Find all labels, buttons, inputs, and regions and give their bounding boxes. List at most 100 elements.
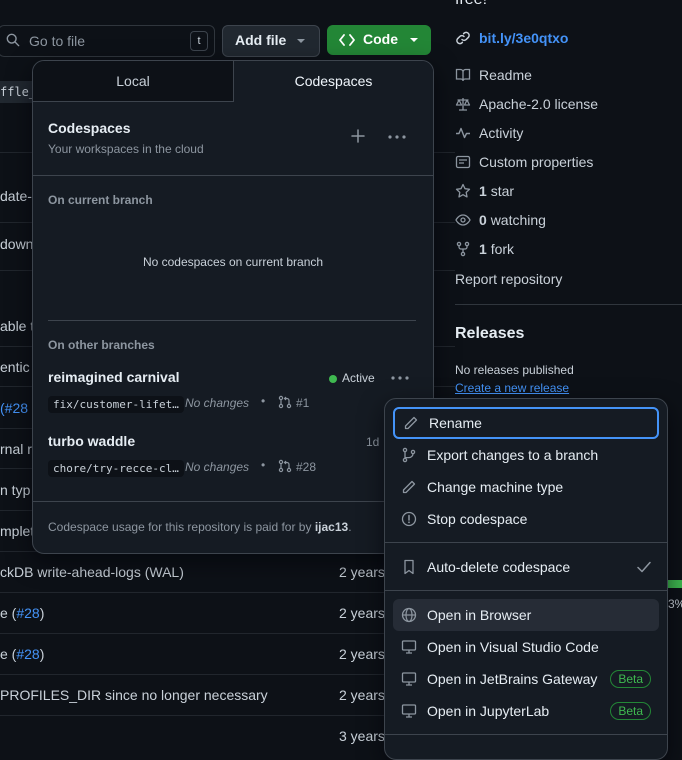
pr-link[interactable]: #28 [16, 605, 39, 621]
add-file-label: Add file [235, 32, 287, 48]
new-codespace-button[interactable] [351, 129, 365, 143]
commit-message[interactable]: e (#28) [0, 605, 44, 621]
desktop-icon [401, 703, 417, 719]
file-fragment: entic [0, 359, 30, 375]
menu-item-label: Export changes to a branch [427, 447, 599, 463]
commit-age: 2 years [339, 564, 385, 580]
file-fragment: n typ [0, 482, 31, 498]
pr-link[interactable]: (#28 [0, 400, 28, 416]
pr-number[interactable]: #1 [296, 396, 309, 410]
git-branch-icon [401, 447, 417, 463]
codespace-item[interactable]: reimagined carnival Active fix/customer-… [33, 361, 433, 419]
menu-item-open-in-browser[interactable]: Open in Browser [393, 599, 659, 631]
commit-message[interactable]: ckDB write-ahead-logs (WAL) [0, 564, 184, 580]
menu-divider [385, 590, 667, 591]
panel-divider [33, 175, 433, 176]
create-release-link[interactable]: Create a new release [455, 381, 569, 395]
commit-message[interactable]: PROFILES_DIR since no longer necessary [0, 687, 268, 703]
sidebar-item-label: star [490, 183, 515, 199]
menu-item-rename[interactable]: Rename [393, 407, 659, 439]
sidebar-item-label: Readme [479, 67, 532, 83]
sidebar-item-custom-properties[interactable]: Custom properties [455, 154, 593, 170]
keyboard-shortcut-hint: t [190, 31, 208, 51]
kebab-horizontal-icon [388, 135, 406, 139]
sidebar-item-watchers[interactable]: 0 watching [455, 212, 546, 228]
panel-title: Codespaces [48, 120, 131, 136]
menu-item-change-machine-type[interactable]: Change machine type [393, 471, 659, 503]
menu-item-open-in-jetbrains[interactable]: Open in JetBrains Gateway Beta [393, 663, 659, 695]
sidebar-item-label: Activity [479, 125, 524, 141]
scale-icon [455, 96, 471, 112]
menu-divider [385, 542, 667, 543]
panel-more-button[interactable] [388, 135, 406, 139]
code-button[interactable]: Code [327, 25, 431, 55]
current-branch-heading: On current branch [48, 193, 153, 207]
sidebar-item-forks[interactable]: 1 fork [455, 241, 514, 257]
menu-item-export-changes[interactable]: Export changes to a branch [393, 439, 659, 471]
releases-heading[interactable]: Releases [455, 325, 524, 343]
sidebar-item-activity[interactable]: Activity [455, 125, 523, 141]
sidebar-item-readme[interactable]: Readme [455, 67, 532, 83]
billing-note: Codespace usage for this repository is p… [48, 520, 352, 534]
sidebar-item-label: watching [490, 212, 546, 228]
fork-count: 1 [479, 241, 487, 257]
menu-item-label: Open in Visual Studio Code [427, 639, 599, 655]
pencil-icon [403, 415, 419, 431]
pr-link[interactable]: #28 [16, 646, 39, 662]
codespace-item[interactable]: turbo waddle 1d chore/try-recce-cl… No c… [33, 425, 433, 483]
about-description: free! [455, 0, 487, 9]
desktop-icon [401, 639, 417, 655]
pr-number[interactable]: #28 [296, 460, 316, 474]
codespace-name[interactable]: reimagined carnival [48, 369, 180, 385]
report-repository-link[interactable]: Report repository [455, 271, 562, 287]
commit-message[interactable]: e (#28) [0, 646, 44, 662]
changes-status: No changes [185, 460, 250, 474]
beta-badge: Beta [610, 702, 651, 720]
chevron-down-icon [296, 38, 306, 44]
beta-badge: Beta [610, 670, 651, 688]
star-count: 1 [479, 183, 487, 199]
menu-item-open-in-vscode[interactable]: Open in Visual Studio Code [393, 631, 659, 663]
panel-divider [48, 320, 416, 321]
sidebar-item-label: Apache-2.0 license [479, 96, 599, 112]
billing-user: ijac13 [314, 520, 349, 534]
codespace-name[interactable]: turbo waddle [48, 433, 135, 449]
book-icon [455, 67, 471, 83]
menu-item-open-in-jupyterlab[interactable]: Open in JupyterLab Beta [393, 695, 659, 727]
go-to-file-input[interactable]: Go to file t [0, 25, 215, 57]
separator-dot: • [261, 458, 266, 472]
tab-codespaces[interactable]: Codespaces [234, 61, 433, 102]
menu-item-auto-delete[interactable]: Auto-delete codespace [393, 551, 659, 583]
branch-name: fix/customer-lifet… [48, 396, 184, 413]
star-icon [455, 183, 471, 199]
file-fragment: mplet [0, 523, 35, 539]
file-fragment: down [0, 236, 34, 252]
website-link[interactable]: bit.ly/3e0qtxo [455, 30, 568, 46]
sidebar-item-stars[interactable]: 1 star [455, 183, 514, 199]
tab-local[interactable]: Local [33, 61, 234, 101]
changes-status: No changes [185, 396, 250, 410]
chevron-down-icon [409, 37, 419, 43]
menu-item-label: Stop codespace [427, 511, 528, 527]
watch-count: 0 [479, 212, 487, 228]
file-fragment: able t [0, 318, 35, 334]
pencil-icon [401, 479, 417, 495]
menu-item-label: Open in Browser [427, 607, 532, 623]
codespace-age: 1d [366, 435, 380, 449]
menu-item-label: Auto-delete codespace [427, 559, 571, 575]
codespace-more-button[interactable] [391, 376, 409, 380]
menu-item-label: Open in JetBrains Gateway [427, 671, 598, 687]
website-url[interactable]: bit.ly/3e0qtxo [479, 30, 568, 46]
note-icon [455, 154, 471, 170]
eye-icon [455, 212, 471, 228]
commit-age: 3 years [339, 728, 385, 744]
menu-item-stop-codespace[interactable]: Stop codespace [393, 503, 659, 535]
bookmark-icon [401, 559, 417, 575]
sidebar-item-label: fork [490, 241, 515, 257]
commit-age: 2 years [339, 646, 385, 662]
add-file-button[interactable]: Add file [222, 25, 320, 57]
other-branches-heading: On other branches [48, 338, 155, 352]
sidebar-item-license[interactable]: Apache-2.0 license [455, 96, 598, 112]
file-fragment: date- [0, 188, 32, 204]
pulse-icon [455, 125, 471, 141]
